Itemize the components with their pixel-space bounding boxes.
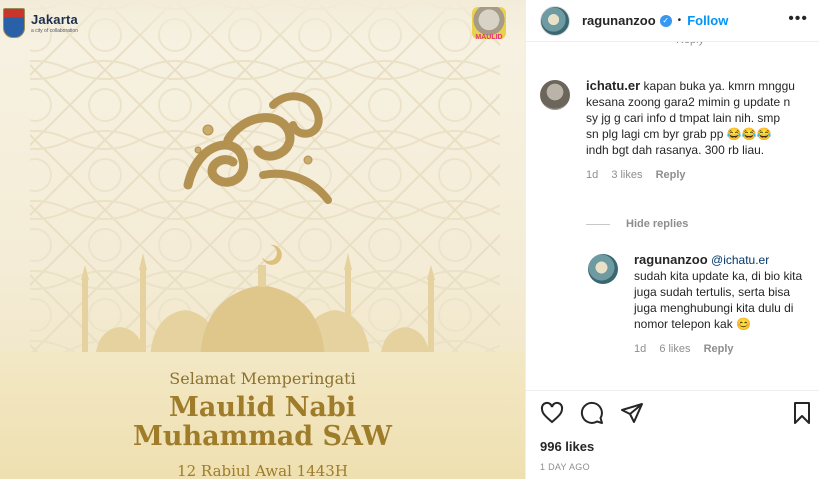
greeting-line: Selamat Memperingati [169, 369, 356, 388]
greeting-title-line-2: Muhammad SAW [133, 421, 392, 452]
header-separator: • [677, 15, 682, 26]
follow-button[interactable]: Follow [687, 13, 728, 28]
logo-band [0, 0, 525, 45]
hide-replies-label: Hide replies [626, 218, 689, 230]
jakarta-brand-logo: Jakarta a city of collaboration [31, 12, 78, 34]
reply-reply-button[interactable]: Reply [704, 343, 734, 355]
post-actions: 996 likes 1 DAY AGO [526, 390, 819, 479]
post-sidebar: ragunanzoo ✓ • Follow ••• Reply ichatu.e… [525, 0, 819, 479]
commenter-username[interactable]: ichatu.er [586, 78, 640, 93]
author-avatar[interactable] [540, 5, 570, 36]
clipped-previous-comment: Reply [676, 42, 716, 48]
comment-reply-button[interactable]: Reply [656, 169, 686, 181]
post-timestamp[interactable]: 1 DAY AGO [540, 462, 590, 472]
hide-replies-line [586, 223, 610, 225]
reply-body: ragunanzoo @ichatu.er sudah kita update … [634, 252, 804, 357]
comment-icon[interactable] [580, 401, 604, 425]
post-image[interactable]: Jakarta a city of collaboration MAULID S… [0, 0, 525, 479]
verified-badge-icon: ✓ [659, 14, 672, 27]
jakarta-tagline: a city of collaboration [31, 28, 78, 34]
greeting-title-line-1: Maulid Nabi [168, 392, 357, 423]
mosque-silhouette [81, 244, 435, 365]
government-logos: Jakarta a city of collaboration [3, 8, 78, 38]
more-options-icon[interactable]: ••• [788, 10, 808, 28]
event-logo: MAULID [472, 7, 506, 41]
share-icon[interactable] [620, 401, 644, 425]
muhammad-calligraphy [183, 92, 332, 204]
author-username[interactable]: ragunanzoo [582, 13, 656, 28]
comment-likes[interactable]: 3 likes [611, 169, 642, 181]
heart-icon[interactable] [540, 401, 564, 425]
commenter-avatar[interactable] [540, 80, 570, 110]
reply-item: ragunanzoo @ichatu.er sudah kita update … [588, 252, 812, 380]
jakarta-crest-logo [3, 8, 25, 38]
bookmark-icon[interactable] [790, 401, 814, 425]
reply-username[interactable]: ragunanzoo [634, 252, 708, 267]
post-header: ragunanzoo ✓ • Follow ••• [526, 0, 819, 42]
reply-time[interactable]: 1d [634, 343, 646, 355]
comment-body: ichatu.er kapan buka ya. kmrn mnggu kesa… [586, 78, 796, 183]
reply-meta: 1d 6 likes Reply [634, 341, 804, 357]
reply-likes[interactable]: 6 likes [659, 343, 690, 355]
reply-avatar[interactable] [588, 254, 618, 284]
action-icons [540, 401, 644, 425]
comment-time[interactable]: 1d [586, 169, 598, 181]
comment-meta: 1d 3 likes Reply [586, 167, 796, 183]
event-logo-label: MAULID [475, 34, 503, 41]
greeting-date: 12 Rabiul Awal 1443H [177, 462, 348, 479]
reply-mention[interactable]: @ichatu.er [711, 253, 769, 267]
comment-item: ichatu.er kapan buka ya. kmrn mnggu kesa… [540, 78, 810, 198]
hide-replies-button[interactable]: Hide replies [586, 218, 688, 230]
likes-count[interactable]: 996 likes [540, 439, 594, 454]
jakarta-wordmark: Jakarta [31, 12, 78, 27]
reply-text: sudah kita update ka, di bio kita juga s… [634, 269, 803, 331]
